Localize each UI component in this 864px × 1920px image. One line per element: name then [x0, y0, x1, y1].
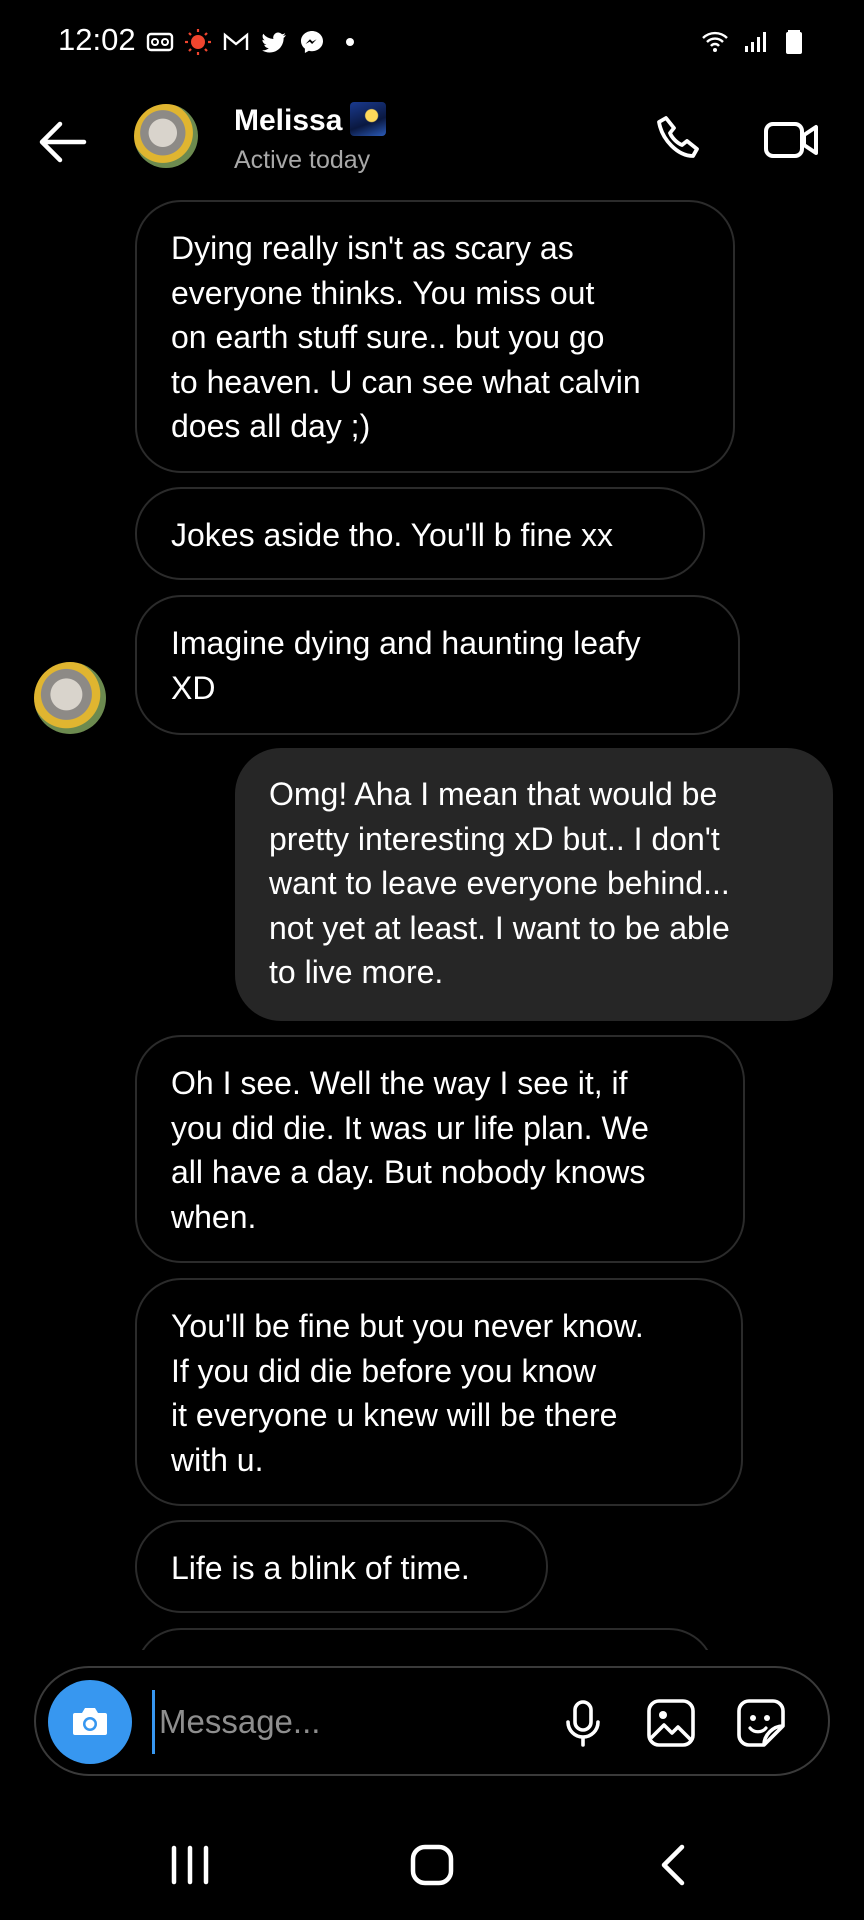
camera-icon [73, 1708, 107, 1735]
gallery-icon[interactable] [644, 1696, 698, 1750]
back-icon[interactable] [644, 1840, 704, 1890]
system-navigation-bar [0, 1800, 864, 1920]
wifi-icon [702, 31, 728, 52]
message-bubble-incoming[interactable]: Jokes aside tho. You'll b fine xx [135, 487, 705, 580]
message-composer [34, 1666, 830, 1776]
signal-icon [745, 32, 766, 52]
active-status: Active today [234, 146, 371, 174]
recent-apps-icon[interactable] [160, 1840, 220, 1890]
arrow-left-icon[interactable] [32, 112, 92, 172]
contact-avatar[interactable] [134, 104, 198, 168]
message-bubble-outgoing[interactable]: Omg! Aha I mean that would be pretty int… [235, 748, 833, 1021]
messenger-icon [301, 31, 323, 53]
status-bar: 12:02 [0, 0, 864, 90]
message-bubble-partial[interactable] [135, 1628, 715, 1650]
sticker-icon[interactable] [734, 1696, 788, 1750]
camera-button[interactable] [48, 1680, 132, 1764]
microphone-icon[interactable] [556, 1696, 610, 1750]
message-bubble-incoming[interactable]: You'll be fine but you never know. If yo… [135, 1278, 743, 1506]
twitter-icon [262, 32, 286, 53]
phone-icon[interactable] [648, 110, 708, 170]
message-bubble-incoming[interactable]: Oh I see. Well the way I see it, if you … [135, 1035, 745, 1263]
sender-avatar[interactable] [34, 662, 106, 734]
voicemail-icon [146, 32, 174, 52]
home-icon[interactable] [402, 1840, 462, 1890]
status-time: 12:02 [58, 22, 136, 57]
system-icons [698, 28, 808, 56]
gmail-icon [223, 32, 249, 50]
record-icon [185, 29, 211, 55]
message-thread[interactable]: Dying really isn't as scary as everyone … [0, 200, 864, 1650]
night-sky-emoji-icon [350, 102, 387, 136]
message-input[interactable] [152, 1690, 561, 1754]
battery-icon [786, 30, 802, 54]
video-camera-icon[interactable] [762, 110, 822, 170]
chat-header: Melissa Active today [0, 90, 864, 210]
message-bubble-incoming[interactable]: Life is a blink of time. [135, 1520, 548, 1613]
notification-icons [146, 28, 364, 56]
dot-icon [346, 38, 354, 46]
message-bubble-incoming[interactable]: Imagine dying and haunting leafy XD [135, 595, 740, 735]
contact-name-row[interactable]: Melissa [234, 102, 387, 138]
message-bubble-incoming[interactable]: Dying really isn't as scary as everyone … [135, 200, 735, 473]
contact-name[interactable]: Melissa [234, 104, 342, 137]
